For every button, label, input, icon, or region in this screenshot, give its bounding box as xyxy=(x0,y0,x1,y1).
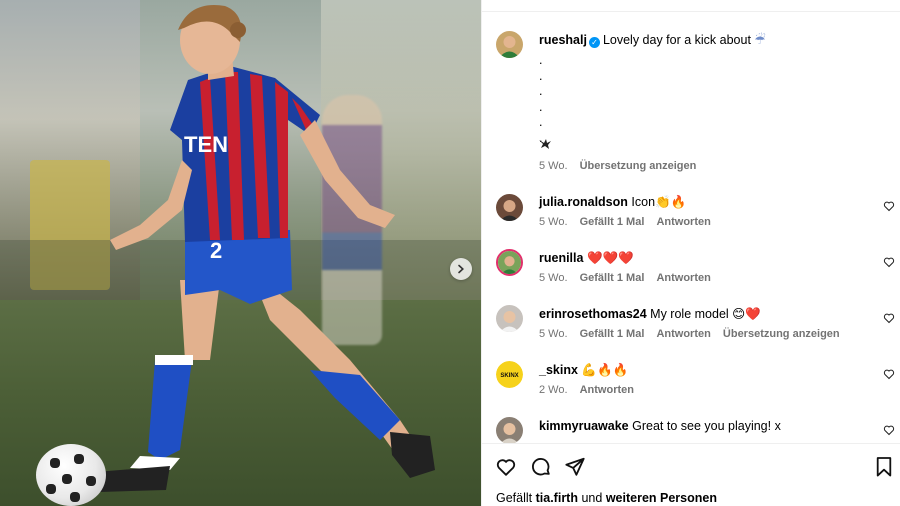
caption-line: rueshalj ✓ Lovely day for a kick about ☔ xyxy=(539,32,766,48)
like-heart-icon[interactable] xyxy=(495,456,517,478)
comment: erinrosethomas24 My role model 😊❤️ xyxy=(539,306,761,322)
verified-icon: ✓ xyxy=(588,37,600,48)
shorts-number: 2 xyxy=(210,238,222,263)
share-icon[interactable] xyxy=(564,456,586,478)
post-side-panel: rueshalj ✓ Lovely day for a kick about ☔ .… xyxy=(481,0,900,506)
comment-username[interactable]: julia.ronaldson xyxy=(539,195,628,209)
post-photo: 2 TEN xyxy=(0,0,481,506)
comment-likes[interactable]: Gefällt 1 Mal xyxy=(580,328,645,340)
comment-meta: 5 Wo. Gefällt 1 Mal Antworten Übersetzun… xyxy=(539,328,849,340)
caption-meta: 5 Wo. Übersetzung anzeigen xyxy=(539,160,705,172)
next-image-button[interactable] xyxy=(450,258,472,280)
comment-text: My role model 😊❤️ xyxy=(650,307,761,321)
comment: kimmyruawake Great to see you playing! x xyxy=(539,418,781,434)
reply-button[interactable]: Antworten xyxy=(580,384,634,396)
caption-translate-link[interactable]: Übersetzung anzeigen xyxy=(580,160,697,172)
comment-likes[interactable]: Gefällt 1 Mal xyxy=(580,216,645,228)
svg-text:SKINX: SKINX xyxy=(500,373,518,379)
comment: julia.ronaldson Icon👏🔥 xyxy=(539,194,686,210)
caption-time: 5 Wo. xyxy=(539,160,568,172)
caption-text: Lovely day for a kick about xyxy=(602,33,751,47)
liked-by-others[interactable]: weiteren Personen xyxy=(606,491,717,505)
comments-list: rueshalj ✓ Lovely day for a kick about ☔ .… xyxy=(482,13,900,443)
comment-time: 5 Wo. xyxy=(539,216,568,228)
comment: ruenilla ❤️❤️❤️ xyxy=(539,250,634,266)
comment-meta: 5 Wo. Gefällt 1 Mal Antworten xyxy=(539,272,720,284)
comment-text: Icon👏🔥 xyxy=(631,195,687,209)
reply-button[interactable]: Antworten xyxy=(656,328,710,340)
comment-text: ❤️❤️❤️ xyxy=(586,251,634,265)
commenter-avatar[interactable]: SKINX xyxy=(496,361,523,388)
comment-text: 💪🔥🔥 xyxy=(581,363,629,377)
author-avatar[interactable] xyxy=(496,31,523,58)
commenter-avatar[interactable] xyxy=(496,249,523,276)
heart-icon[interactable] xyxy=(883,256,895,268)
comment-username[interactable]: _skinx xyxy=(539,363,578,377)
heart-icon[interactable] xyxy=(883,200,895,212)
author-username[interactable]: rueshalj xyxy=(539,33,587,47)
comment-meta: 5 Wo. Gefällt 1 Mal Antworten xyxy=(539,216,720,228)
post-action-bar: Gefällt tia.firth und weiteren Personen xyxy=(482,443,900,506)
commenter-avatar[interactable] xyxy=(496,194,523,221)
comment-text: Great to see you playing! x xyxy=(632,419,781,433)
reply-button[interactable]: Antworten xyxy=(656,272,710,284)
comment-time: 5 Wo. xyxy=(539,328,568,340)
commenter-avatar[interactable] xyxy=(496,417,523,443)
comment-username[interactable]: erinrosethomas24 xyxy=(539,307,647,321)
comment-meta: 2 Wo. Antworten xyxy=(539,384,643,396)
likes-summary: Gefällt tia.firth und weiteren Personen xyxy=(496,491,717,505)
heart-icon[interactable] xyxy=(883,312,895,324)
heart-icon[interactable] xyxy=(883,424,895,436)
caption-dots: . . . . . . xyxy=(539,53,543,145)
comment: _skinx 💪🔥🔥 xyxy=(539,362,628,378)
comment-icon[interactable] xyxy=(530,456,552,478)
commenter-avatar[interactable] xyxy=(496,305,523,332)
jersey-text: TEN xyxy=(184,132,228,157)
football xyxy=(36,444,106,506)
chevron-right-icon xyxy=(458,264,464,274)
player-figure: 2 TEN xyxy=(100,5,435,492)
eagle-icon xyxy=(539,139,551,149)
bookmark-icon[interactable] xyxy=(875,456,893,478)
panel-header-strip xyxy=(482,0,900,12)
caption-emoji: ☔ xyxy=(754,33,766,47)
comment-time: 2 Wo. xyxy=(539,384,568,396)
liked-by-user[interactable]: tia.firth xyxy=(536,491,578,505)
reply-button[interactable]: Antworten xyxy=(656,216,710,228)
comment-username[interactable]: kimmyruawake xyxy=(539,419,629,433)
comment-username[interactable]: ruenilla xyxy=(539,251,583,265)
comment-time: 5 Wo. xyxy=(539,272,568,284)
comment-likes[interactable]: Gefällt 1 Mal xyxy=(580,272,645,284)
comment-translate-link[interactable]: Übersetzung anzeigen xyxy=(723,328,840,340)
heart-icon[interactable] xyxy=(883,368,895,380)
